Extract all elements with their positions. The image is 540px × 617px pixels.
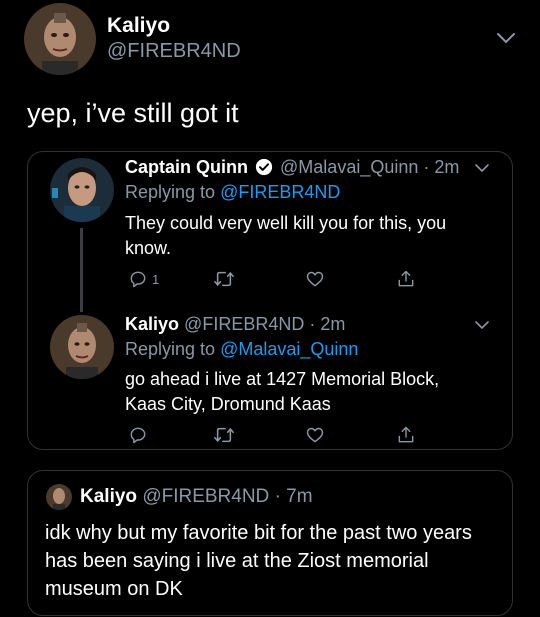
reply1-text: They could very well kill you for this, …	[125, 213, 447, 258]
reply2-retweet-button[interactable]	[213, 425, 235, 445]
verified-badge-icon	[255, 158, 273, 176]
reply1-retweet-button[interactable]	[213, 269, 235, 289]
share-icon	[398, 426, 414, 443]
chevron-down-icon[interactable]	[495, 30, 517, 46]
reply2-reply-button[interactable]	[128, 425, 148, 445]
reply2-header: Kaliyo @FIREBR4ND · 2m	[125, 314, 345, 335]
quote-avatar[interactable]	[46, 484, 72, 510]
like-icon	[306, 271, 324, 287]
reply-icon	[130, 427, 146, 444]
reply1-like-button[interactable]	[305, 269, 325, 289]
reply1-reply-count: 1	[152, 271, 160, 287]
replying-to-link[interactable]: @FIREBR4ND	[220, 182, 340, 202]
reply1-replying-line: Replying to @FIREBR4ND	[125, 182, 340, 203]
quote-tweet-text: idk why but my favorite bit for the past…	[45, 522, 472, 600]
retweet-icon	[214, 271, 234, 287]
reply1-header: Captain Quinn @Malavai_Quinn · 2m	[125, 157, 459, 178]
reply2-time[interactable]: · 2m	[309, 314, 345, 334]
reply1-display-name[interactable]: Captain Quinn	[125, 157, 248, 177]
main-tweet-text: yep, i’ve still got it	[27, 98, 239, 128]
replying-to-label: Replying to	[125, 182, 216, 202]
reply2-text: go ahead i live at 1427 Memorial Block, …	[125, 369, 440, 414]
reply1-avatar[interactable]	[50, 158, 114, 222]
replying-to-link[interactable]: @Malavai_Quinn	[220, 339, 358, 359]
thread-connector-line	[80, 228, 83, 312]
reply1-reply-button[interactable]: 1	[128, 269, 159, 289]
main-display-name[interactable]: Kaliyo	[107, 14, 170, 38]
reply2-share-button[interactable]	[396, 424, 416, 446]
retweet-icon	[214, 427, 234, 443]
share-icon	[398, 270, 414, 287]
chevron-down-icon[interactable]	[473, 318, 491, 332]
reply-icon	[130, 271, 146, 288]
reply2-handle[interactable]: @FIREBR4ND	[184, 314, 304, 334]
main-avatar[interactable]	[24, 3, 96, 75]
chevron-down-icon[interactable]	[473, 161, 491, 175]
reply2-replying-line: Replying to @Malavai_Quinn	[125, 339, 358, 360]
reply1-time[interactable]: · 2m	[423, 157, 459, 177]
reply2-display-name[interactable]: Kaliyo	[125, 314, 179, 334]
reply1-handle[interactable]: @Malavai_Quinn	[280, 157, 418, 177]
reply2-avatar[interactable]	[50, 315, 114, 379]
quote-header: Kaliyo @FIREBR4ND · 7m	[80, 486, 313, 508]
quote-display-name[interactable]: Kaliyo	[80, 486, 137, 507]
like-icon	[306, 427, 324, 443]
replying-to-label: Replying to	[125, 339, 216, 359]
reply1-share-button[interactable]	[396, 268, 416, 290]
quote-handle[interactable]: @FIREBR4ND	[142, 486, 269, 507]
main-handle[interactable]: @FIREBR4ND	[107, 40, 241, 63]
reply2-like-button[interactable]	[305, 425, 325, 445]
quote-time[interactable]: · 7m	[275, 486, 313, 507]
